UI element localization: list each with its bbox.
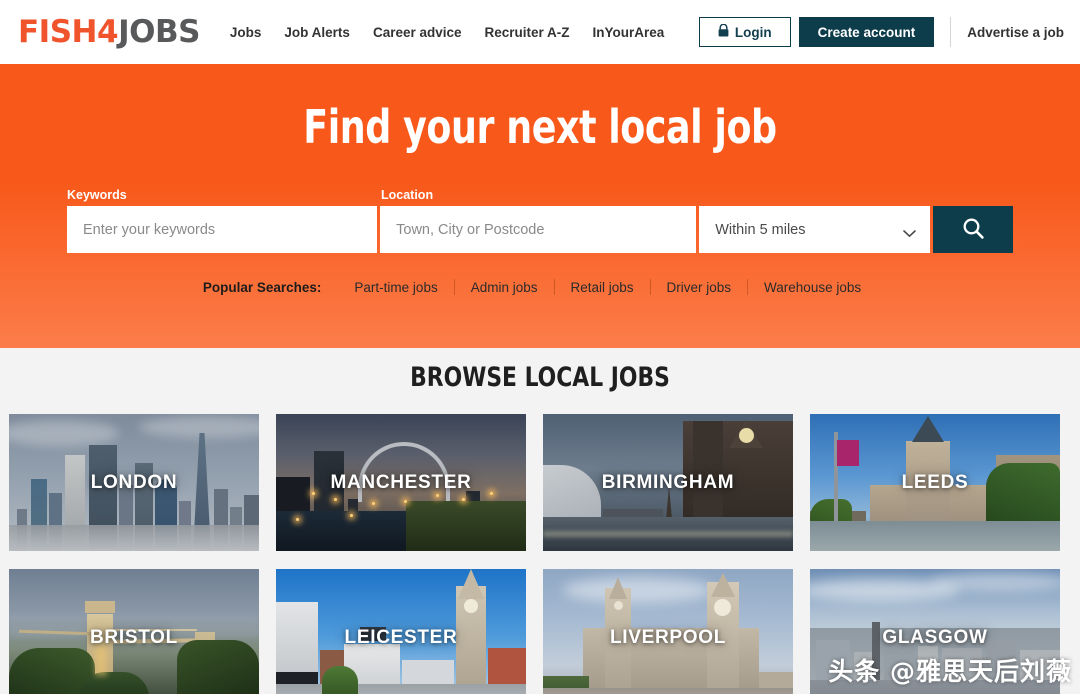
city-tile-birmingham[interactable]: BIRMINGHAM [543,414,793,551]
search-button[interactable] [933,206,1013,253]
city-tile-leicester[interactable]: LEICESTER [276,569,526,694]
keywords-label: Keywords [67,188,127,202]
create-account-button[interactable]: Create account [798,17,935,47]
advertise-a-job-link[interactable]: Advertise a job [967,25,1064,40]
popular-separator [553,279,555,295]
login-button[interactable]: Login [698,17,791,47]
lock-icon [718,23,729,40]
city-tile-leeds[interactable]: LEEDS [810,414,1060,551]
city-label: GLASGOW [882,626,988,648]
popular-separator [453,279,455,295]
search-field-labels: Keywords Location [67,188,1013,202]
location-input[interactable] [380,206,697,253]
city-label: MANCHESTER [330,471,472,493]
keywords-input[interactable] [67,206,378,253]
popular-search-warehouse-jobs[interactable]: Warehouse jobs [748,280,877,295]
popular-separator [649,279,651,295]
hero-title: Find your next local job [303,100,777,154]
search-fields-row: Within 5 miles [67,206,1013,253]
nav-item-inyourarea[interactable]: InYourArea [593,25,665,40]
browse-local-jobs-section: BROWSE LOCAL JOBS LONDON MANCHESTER BIRM… [0,348,1080,694]
browse-section-title: BROWSE LOCAL JOBS [410,362,670,393]
header-actions: Login Create account Advertise a job [698,17,1064,47]
popular-search-retail-jobs[interactable]: Retail jobs [555,280,650,295]
popular-search-part-time-jobs[interactable]: Part-time jobs [338,280,453,295]
location-label: Location [381,188,434,202]
login-label: Login [734,24,772,40]
distance-select-wrapper: Within 5 miles [699,206,931,253]
nav-item-jobs[interactable]: Jobs [230,25,262,40]
header-divider [950,17,952,47]
city-label: LONDON [90,471,178,493]
city-tile-bristol[interactable]: BRISTOL [9,569,259,694]
city-label: BIRMINGHAM [601,471,735,493]
watermark-text: 头条 @雅思天后刘薇 [828,657,1072,686]
job-search-form: Keywords Location Within 5 miles [67,188,1013,295]
city-tile-manchester[interactable]: MANCHESTER [276,414,526,551]
nav-item-recruiter-a-z[interactable]: Recruiter A-Z [485,25,570,40]
popular-search-driver-jobs[interactable]: Driver jobs [651,280,748,295]
city-label: LIVERPOOL [609,626,727,648]
site-header: FISH4JOBS Jobs Job Alerts Career advice … [0,0,1080,64]
popular-search-admin-jobs[interactable]: Admin jobs [455,280,554,295]
search-icon [961,216,986,244]
primary-nav: Jobs Job Alerts Career advice Recruiter … [230,25,664,40]
popular-searches: Popular Searches: Part-time jobs Admin j… [67,279,1013,295]
popular-searches-label: Popular Searches: [202,279,322,295]
city-label: LEICESTER [344,626,458,648]
logo-fish4: FISH4 [18,14,119,50]
nav-item-career-advice[interactable]: Career advice [373,25,462,40]
city-label: LEEDS [901,471,969,493]
nav-item-job-alerts[interactable]: Job Alerts [284,25,350,40]
logo-jobs: JOBS [118,14,200,50]
hero-section: Find your next local job Keywords Locati… [0,64,1080,348]
city-tile-liverpool[interactable]: LIVERPOOL [543,569,793,694]
city-label: BRISTOL [90,626,178,648]
popular-separator [747,279,749,295]
site-logo[interactable]: FISH4JOBS [18,14,200,50]
city-tile-london[interactable]: LONDON [9,414,259,551]
distance-select[interactable]: Within 5 miles [699,206,931,253]
